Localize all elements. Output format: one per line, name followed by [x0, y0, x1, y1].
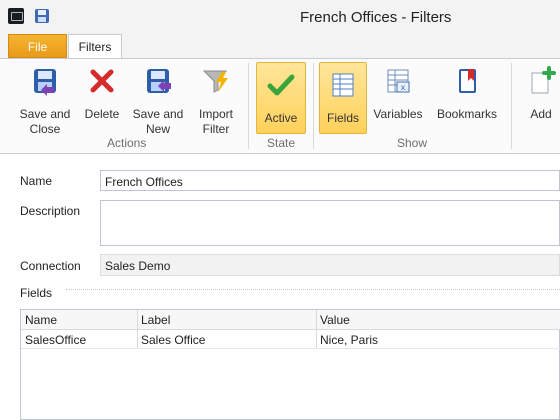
title-bar: French Offices - Filters	[0, 0, 560, 34]
import-filter-button[interactable]: Import Filter	[192, 65, 240, 137]
ribbon-group-actions: Actions	[107, 136, 147, 150]
save-and-close-button[interactable]: Save and Close	[14, 65, 76, 137]
name-input[interactable]: French Offices	[100, 170, 560, 191]
ribbon-separator-1	[248, 63, 249, 149]
save-new-icon	[147, 69, 171, 93]
add-button[interactable]: Add	[522, 65, 560, 122]
variables-grid-icon: x	[387, 69, 410, 93]
tab-file[interactable]: File	[8, 34, 67, 58]
active-label: Active	[264, 111, 298, 125]
add-label: Add	[530, 107, 552, 121]
table-row[interactable]: SalesOffice Sales Office Nice, Paris	[21, 330, 560, 349]
name-label: Name	[20, 174, 53, 188]
tab-filters[interactable]: Filters	[68, 34, 122, 59]
column-header-name[interactable]: Name	[25, 313, 57, 327]
svg-text:x: x	[401, 83, 406, 92]
app-icon[interactable]	[8, 8, 24, 24]
connection-field: Sales Demo	[100, 254, 560, 276]
column-header-label[interactable]: Label	[141, 313, 170, 327]
add-plus-icon	[531, 66, 556, 94]
save-icon[interactable]	[34, 8, 50, 24]
save-and-close-label: Save and Close	[19, 107, 71, 136]
description-textarea[interactable]	[100, 200, 560, 246]
variables-label: Variables	[373, 107, 423, 121]
active-button[interactable]: Active	[256, 62, 306, 134]
ribbon: Save and Close Delete Save and New Impor…	[0, 58, 560, 154]
checkmark-icon	[267, 74, 295, 96]
variables-button[interactable]: x Variables	[372, 65, 424, 122]
description-label: Description	[20, 204, 81, 218]
fields-label: Fields	[326, 111, 359, 125]
table-header: Name Label Value	[21, 310, 560, 330]
row-label-cell[interactable]: Sales Office	[141, 333, 205, 347]
connection-value: Sales Demo	[105, 259, 171, 273]
row-value-cell[interactable]: Nice, Paris	[320, 333, 378, 347]
ribbon-separator-2	[313, 63, 314, 149]
row-name-cell[interactable]: SalesOffice	[25, 333, 86, 347]
delete-label: Delete	[84, 107, 120, 121]
bookmarks-label: Bookmarks	[436, 107, 498, 121]
name-value: French Offices	[105, 175, 183, 189]
ribbon-group-state: State	[267, 136, 296, 150]
save-close-icon	[34, 69, 56, 96]
ribbon-group-show: Show	[397, 136, 428, 150]
ribbon-tabs: File Filters	[0, 34, 560, 59]
bookmark-book-icon	[459, 69, 476, 93]
ribbon-separator-3	[511, 63, 512, 149]
fields-section-label: Fields	[20, 286, 53, 300]
bookmarks-button[interactable]: Bookmarks	[434, 65, 500, 122]
funnel-lightning-icon	[202, 70, 228, 93]
delete-button[interactable]: Delete	[80, 65, 124, 122]
connection-label: Connection	[20, 259, 81, 273]
import-filter-label: Import Filter	[198, 107, 233, 136]
section-divider	[66, 289, 560, 290]
delete-x-icon	[90, 69, 114, 93]
fields-button[interactable]: Fields	[319, 62, 367, 134]
column-header-value[interactable]: Value	[320, 313, 350, 327]
table-grid-icon	[332, 73, 354, 97]
save-and-new-button[interactable]: Save and New	[128, 65, 188, 137]
fields-table: Name Label Value SalesOffice Sales Offic…	[20, 309, 560, 420]
window-title: French Offices - Filters	[300, 9, 452, 26]
save-and-new-label: Save and New	[132, 107, 184, 136]
